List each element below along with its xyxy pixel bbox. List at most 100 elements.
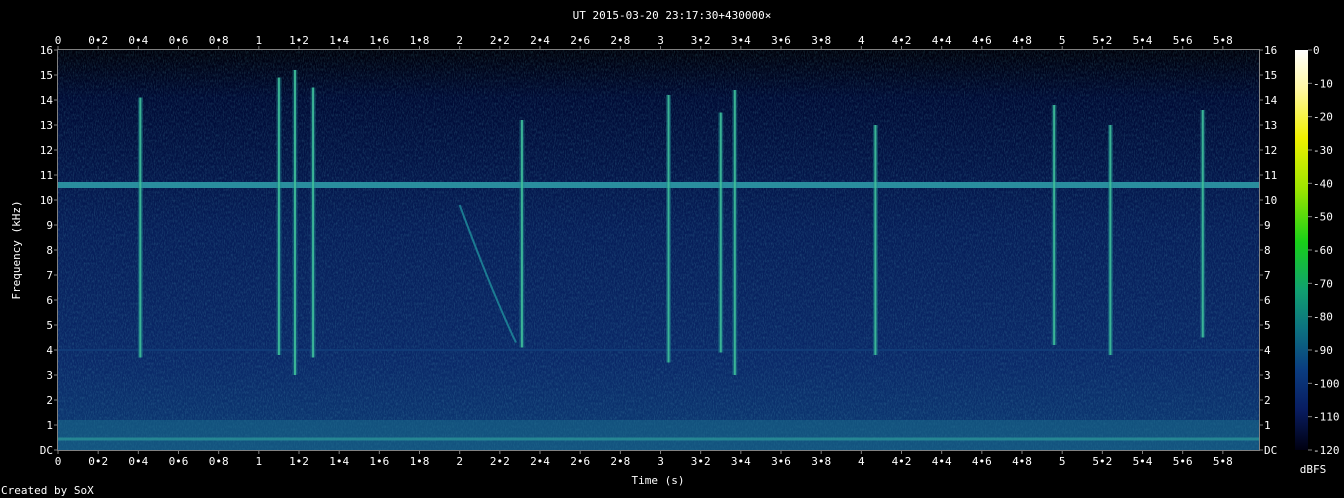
x-tick-label-top: 5 <box>1059 34 1066 47</box>
x-tick-label-top: 1 <box>256 34 263 47</box>
x-tick-label-bottom: 2•8 <box>610 455 630 468</box>
y-tick-label-right: 15 <box>1264 69 1277 82</box>
y-axis-label: Frequency (kHz) <box>10 200 23 299</box>
colorbar-label: dBFS <box>1300 463 1327 476</box>
y-tick-label-right: 9 <box>1264 219 1271 232</box>
x-tick-label-bottom: 5•6 <box>1173 455 1193 468</box>
x-tick-label-top: 3•4 <box>731 34 751 47</box>
y-tick-label-left: 11 <box>40 169 53 182</box>
x-tick-label-bottom: 0•6 <box>169 455 189 468</box>
y-tick-label-right: 16 <box>1264 44 1277 57</box>
x-tick-label-top: 2•8 <box>610 34 630 47</box>
x-tick-label-top: 5•4 <box>1133 34 1153 47</box>
x-tick-label-bottom: 4•6 <box>972 455 992 468</box>
y-tick-label-right: 8 <box>1264 244 1271 257</box>
y-tick-label-left: 13 <box>40 119 53 132</box>
colorbar-tick-label: -100 <box>1313 377 1340 390</box>
y-tick-label-left: 4 <box>46 344 53 357</box>
x-tick-label-top: 2 <box>456 34 463 47</box>
x-tick-label-bottom: 1•8 <box>410 455 430 468</box>
x-tick-label-top: 4 <box>858 34 865 47</box>
y-tick-label-left: 3 <box>46 369 53 382</box>
plot-area <box>57 49 1260 451</box>
x-tick-label-bottom: 4•2 <box>892 455 912 468</box>
x-tick-label-bottom: 3 <box>657 455 664 468</box>
colorbar-tick-label: -40 <box>1313 177 1333 190</box>
colorbar-tick-label: -110 <box>1313 411 1340 424</box>
x-tick-label-bottom: 1•4 <box>329 455 349 468</box>
y-tick-label-left: 16 <box>40 44 53 57</box>
x-tick-label-top: 5•8 <box>1213 34 1233 47</box>
x-tick-label-top: 0•6 <box>169 34 189 47</box>
x-tick-label-bottom: 5•8 <box>1213 455 1233 468</box>
x-tick-label-bottom: 2•4 <box>530 455 550 468</box>
x-tick-label-bottom: 0 <box>55 455 62 468</box>
x-tick-label-top: 3•6 <box>771 34 791 47</box>
y-tick-label-left: 15 <box>40 69 53 82</box>
x-tick-label-top: 3 <box>657 34 664 47</box>
y-tick-label-left: 2 <box>46 394 53 407</box>
y-tick-label-left: 6 <box>46 294 53 307</box>
x-tick-label-bottom: 4•8 <box>1012 455 1032 468</box>
colorbar-tick-label: 0 <box>1313 44 1320 57</box>
spectrogram-chart: UT 2015-03-20 23:17:30+430000× 0 0 0•2 0•2 0… <box>1 9 1340 497</box>
y-tick-label-right: 10 <box>1264 194 1277 207</box>
colorbar-tick-label: -10 <box>1313 77 1333 90</box>
x-tick-label-bottom: 3•6 <box>771 455 791 468</box>
y-tick-label-right: 1 <box>1264 419 1271 432</box>
y-tick-label-right: 7 <box>1264 269 1271 282</box>
colorbar-tick-label: -70 <box>1313 277 1333 290</box>
y-tick-label-left: 7 <box>46 269 53 282</box>
colorbar-tick-label: -80 <box>1313 311 1333 324</box>
x-tick-label-top: 0•4 <box>128 34 148 47</box>
x-tick-label-bottom: 5 <box>1059 455 1066 468</box>
x-tick-label-top: 1•2 <box>289 34 309 47</box>
x-tick-label-top: 5•6 <box>1173 34 1193 47</box>
y-tick-label-right: 12 <box>1264 144 1277 157</box>
y-tick-label-right: 3 <box>1264 369 1271 382</box>
y-tick-label-right: 14 <box>1264 94 1278 107</box>
y-tick-label-left: DC <box>40 444 53 457</box>
x-tick-label-top: 1•4 <box>329 34 349 47</box>
colorbar: 0 -10 -20 -30 -40 -50 -60 -70 -80 -90 -100 -110 -120… <box>1295 44 1340 476</box>
colorbar-tick-label: -90 <box>1313 344 1333 357</box>
x-tick-label-bottom: 3•4 <box>731 455 751 468</box>
y-tick-label-right: 6 <box>1264 294 1271 307</box>
x-tick-label-top: 5•2 <box>1092 34 1112 47</box>
y-tick-label-left: 1 <box>46 419 53 432</box>
y-tick-label-right: 2 <box>1264 394 1271 407</box>
low-frequency-line <box>58 437 1259 441</box>
x-tick-label-top: 3•8 <box>811 34 831 47</box>
x-tick-label-top: 1•6 <box>369 34 389 47</box>
y-tick-label-left: 12 <box>40 144 53 157</box>
x-tick-label-top: 0 <box>55 34 62 47</box>
x-axis-label: Time (s) <box>632 474 685 487</box>
low-frequency-band <box>58 420 1259 450</box>
x-tick-label-bottom: 5•2 <box>1092 455 1112 468</box>
chart-title: UT 2015-03-20 23:17:30+430000× <box>573 9 772 22</box>
x-tick-label-top: 2•6 <box>570 34 590 47</box>
y-tick-label-right: 5 <box>1264 319 1271 332</box>
x-tick-label-bottom: 2•2 <box>490 455 510 468</box>
colorbar-tick-label: -120 <box>1313 444 1340 457</box>
x-tick-label-top: 4•6 <box>972 34 992 47</box>
y-tick-label-left: 9 <box>46 219 53 232</box>
y-tick-label-right: 4 <box>1264 344 1271 357</box>
x-tick-label-bottom: 5•4 <box>1133 455 1153 468</box>
colorbar-tick-label: -60 <box>1313 244 1333 257</box>
x-tick-label-bottom: 1 <box>256 455 263 468</box>
y-tick-label-left: 5 <box>46 319 53 332</box>
spectrogram-noise-texture <box>58 50 1259 450</box>
x-tick-label-bottom: 3•8 <box>811 455 831 468</box>
y-tick-label-left: 14 <box>40 94 54 107</box>
y-tick-label-right: 11 <box>1264 169 1277 182</box>
y-tick-label-right: 13 <box>1264 119 1277 132</box>
x-tick-label-bottom: 2 <box>456 455 463 468</box>
x-tick-label-top: 3•2 <box>691 34 711 47</box>
x-tick-label-top: 0•2 <box>88 34 108 47</box>
colorbar-gradient <box>1295 50 1308 450</box>
x-tick-label-bottom: 4•4 <box>932 455 952 468</box>
x-tick-label-top: 4•4 <box>932 34 952 47</box>
x-tick-label-bottom: 3•2 <box>691 455 711 468</box>
x-tick-label-bottom: 1•2 <box>289 455 309 468</box>
